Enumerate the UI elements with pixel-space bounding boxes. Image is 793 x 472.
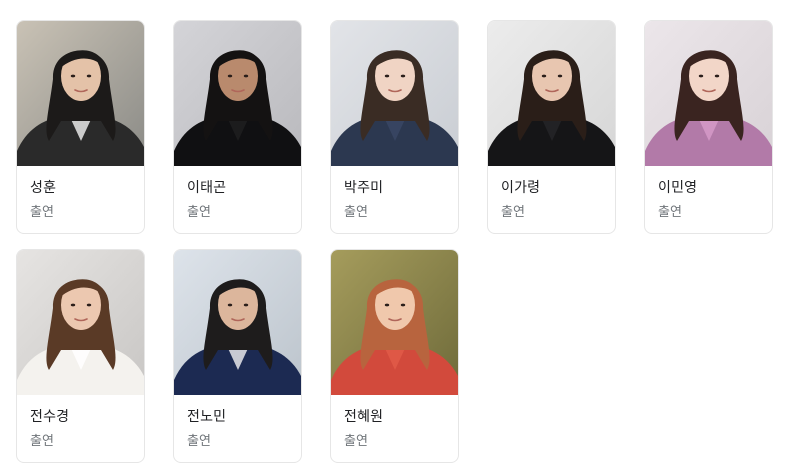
- cast-role: 출연: [658, 205, 682, 220]
- cast-card[interactable]: 이민영출연: [644, 20, 773, 234]
- cast-photo[interactable]: [331, 21, 458, 166]
- cast-name[interactable]: 전혜원: [344, 408, 383, 426]
- cast-role: 출연: [187, 434, 211, 449]
- cast-card[interactable]: 박주미출연: [330, 20, 459, 234]
- cast-photo[interactable]: [174, 250, 301, 395]
- cast-card[interactable]: 전노민출연: [173, 249, 302, 463]
- cast-name[interactable]: 성훈: [30, 179, 56, 197]
- cast-name[interactable]: 박주미: [344, 179, 383, 197]
- cast-role: 출연: [501, 205, 525, 220]
- cast-name[interactable]: 이민영: [658, 179, 697, 197]
- cast-photo[interactable]: [17, 250, 144, 395]
- cast-name[interactable]: 전수경: [30, 408, 69, 426]
- cast-photo[interactable]: [331, 250, 458, 395]
- cast-role: 출연: [187, 205, 211, 220]
- cast-photo[interactable]: [488, 21, 615, 166]
- cast-photo[interactable]: [174, 21, 301, 166]
- cast-card[interactable]: 성훈출연: [16, 20, 145, 234]
- cast-name[interactable]: 이태곤: [187, 179, 226, 197]
- cast-card[interactable]: 전혜원출연: [330, 249, 459, 463]
- cast-photo[interactable]: [645, 21, 772, 166]
- cast-card[interactable]: 전수경출연: [16, 249, 145, 463]
- cast-card[interactable]: 이가령출연: [487, 20, 616, 234]
- cast-name[interactable]: 이가령: [501, 179, 540, 197]
- cast-role: 출연: [30, 434, 54, 449]
- cast-role: 출연: [30, 205, 54, 220]
- cast-card[interactable]: 이태곤출연: [173, 20, 302, 234]
- cast-role: 출연: [344, 434, 368, 449]
- cast-photo[interactable]: [17, 21, 144, 166]
- cast-name[interactable]: 전노민: [187, 408, 226, 426]
- cast-role: 출연: [344, 205, 368, 220]
